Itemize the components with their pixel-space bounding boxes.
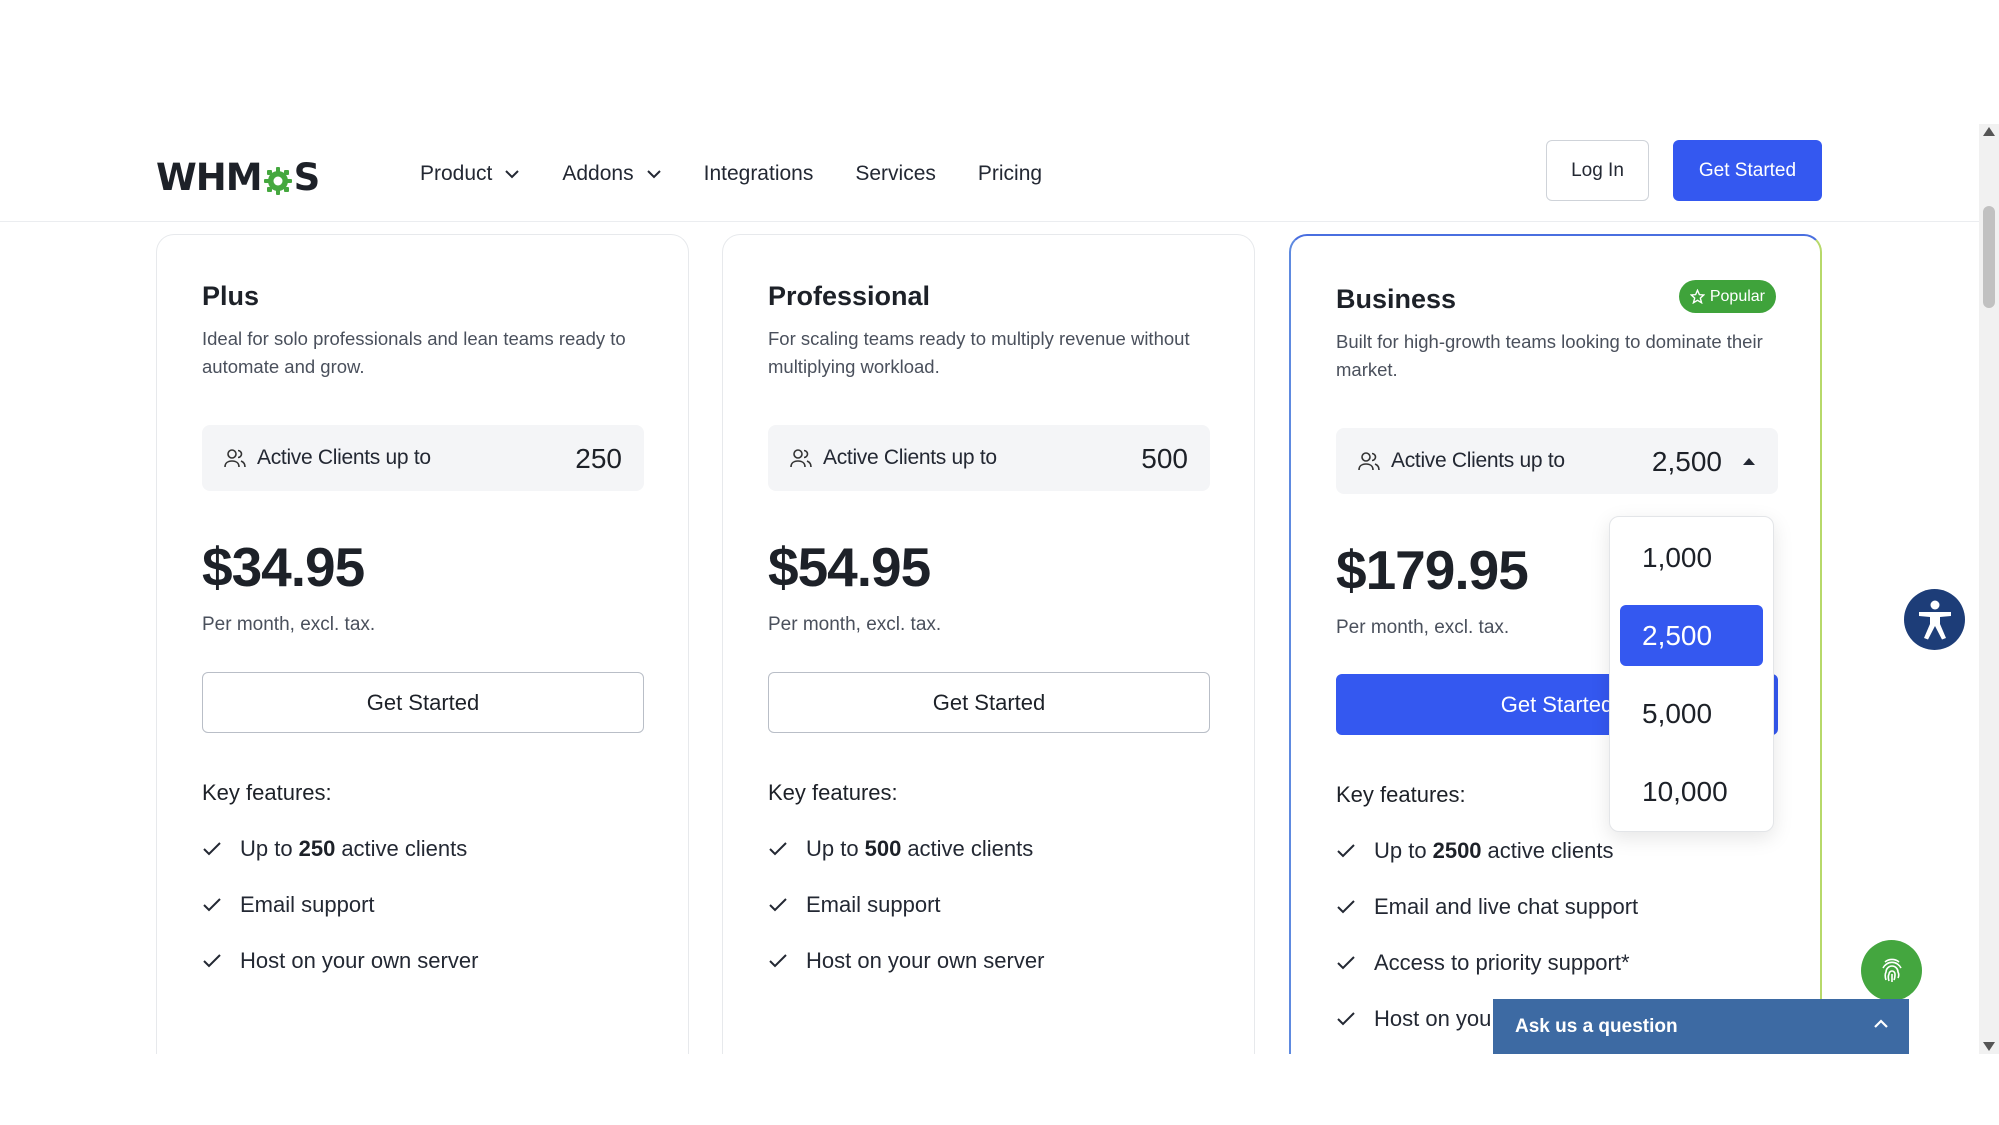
active-clients-dropdown: 1,000 2,500 5,000 10,000 (1609, 516, 1774, 832)
price-note: Per month, excl. tax. (202, 614, 376, 635)
nav-item-pricing[interactable]: Pricing (978, 162, 1042, 186)
check-icon (769, 898, 787, 912)
active-clients-label: Active Clients up to (1391, 449, 1565, 472)
plan-price: $54.95 (768, 536, 931, 598)
check-icon (1337, 844, 1355, 858)
active-clients-value: 250 (575, 443, 622, 474)
users-icon (1358, 452, 1380, 471)
fingerprint-button[interactable] (1861, 940, 1922, 1001)
logo-text-right: S (293, 155, 321, 199)
login-button[interactable]: Log In (1546, 140, 1649, 201)
page-scrollbar[interactable] (1979, 124, 1999, 1054)
active-clients-value: 2,500 (1651, 446, 1722, 477)
active-clients-box: Active Clients up to 500 (768, 425, 1210, 491)
check-icon (769, 954, 787, 968)
active-clients-value: 500 (1141, 443, 1188, 474)
accessibility-icon (1918, 600, 1951, 639)
active-clients-select[interactable]: Active Clients up to 2,500 (1336, 428, 1778, 494)
get-started-button[interactable]: Get Started (202, 672, 644, 733)
scroll-down-arrow-icon[interactable] (1983, 1042, 1995, 1051)
star-icon (1689, 289, 1705, 304)
key-features-title: Key features: (768, 780, 898, 805)
key-features-title: Key features: (202, 780, 332, 805)
chat-label: Ask us a question (1515, 1015, 1678, 1037)
plan-description: For scaling teams ready to multiply reve… (768, 328, 1190, 377)
dropdown-option[interactable]: 10,000 (1620, 761, 1763, 822)
nav-item-label: Product (420, 162, 493, 185)
nav-item-addons[interactable]: Addons (562, 162, 661, 186)
check-icon (203, 842, 221, 856)
nav-item-integrations[interactable]: Integrations (704, 162, 814, 186)
feature-item: Host on you (1336, 1006, 1491, 1032)
chevron-down-icon (646, 170, 661, 179)
scroll-up-arrow-icon[interactable] (1983, 127, 1995, 136)
plan-title: Professional (768, 281, 931, 311)
feature-item: Up to 2500 active clients (1336, 838, 1614, 864)
plan-description: Ideal for solo professionals and lean te… (202, 328, 626, 377)
fingerprint-icon (1881, 958, 1902, 982)
main-nav: Product Addons Integrations Services Pri… (420, 162, 1084, 186)
users-icon (224, 449, 246, 468)
plan-card-professional: Professional For scaling teams ready to … (722, 234, 1255, 1064)
popular-badge: Popular (1678, 280, 1776, 313)
chevron-up-icon[interactable] (1873, 1019, 1889, 1029)
caret-up-icon (1743, 458, 1755, 465)
check-icon (1337, 900, 1355, 914)
nav-item-product[interactable]: Product (420, 162, 520, 186)
check-icon (203, 954, 221, 968)
plan-title: Business (1336, 284, 1457, 314)
feature-item: Up to 500 active clients (768, 836, 1033, 862)
dropdown-option[interactable]: 1,000 (1620, 527, 1763, 588)
chevron-down-icon (505, 170, 520, 179)
feature-item: Up to 250 active clients (202, 836, 467, 862)
feature-item: Email and live chat support (1336, 894, 1638, 920)
check-icon (203, 898, 221, 912)
active-clients-label: Active Clients up to (257, 446, 431, 469)
site-header: WHM S Product Addons Integrations Servic… (0, 124, 1979, 222)
active-clients-label: Active Clients up to (823, 446, 997, 469)
feature-item: Access to priority support* (1336, 950, 1630, 976)
plan-price: $179.95 (1336, 539, 1529, 601)
nav-item-label: Addons (562, 162, 634, 185)
logo-text-left: WHM (156, 155, 263, 199)
active-clients-box: Active Clients up to 250 (202, 425, 644, 491)
nav-item-label: Integrations (703, 162, 814, 185)
dropdown-option-selected[interactable]: 2,500 (1620, 605, 1763, 666)
viewport-bottom (0, 1054, 1999, 1125)
gear-icon (263, 162, 293, 195)
feature-item: Host on your own server (768, 948, 1044, 974)
scrollbar-thumb[interactable] (1983, 206, 1995, 308)
plan-title: Plus (202, 281, 260, 311)
nav-item-label: Pricing (977, 162, 1043, 185)
nav-item-services[interactable]: Services (855, 162, 936, 186)
price-note: Per month, excl. tax. (1336, 617, 1510, 638)
header-get-started-button[interactable]: Get Started (1673, 140, 1822, 201)
dropdown-option[interactable]: 5,000 (1620, 683, 1763, 744)
feature-item: Email support (202, 892, 375, 918)
key-features-title: Key features: (1336, 782, 1466, 807)
nav-item-label: Services (855, 162, 936, 185)
check-icon (1337, 1012, 1355, 1026)
get-started-button[interactable]: Get Started (768, 672, 1210, 733)
check-icon (1337, 956, 1355, 970)
whmcs-logo[interactable]: WHM S (156, 154, 321, 200)
plan-description: Built for high-growth teams looking to d… (1336, 331, 1763, 380)
feature-item: Email support (768, 892, 941, 918)
users-icon (790, 449, 812, 468)
chat-widget-bar[interactable]: Ask us a question (1493, 999, 1909, 1054)
feature-item: Host on your own server (202, 948, 478, 974)
plan-card-plus: Plus Ideal for solo professionals and le… (156, 234, 689, 1064)
accessibility-button[interactable] (1904, 589, 1965, 650)
price-note: Per month, excl. tax. (768, 614, 942, 635)
plan-price: $34.95 (202, 536, 365, 598)
check-icon (769, 842, 787, 856)
